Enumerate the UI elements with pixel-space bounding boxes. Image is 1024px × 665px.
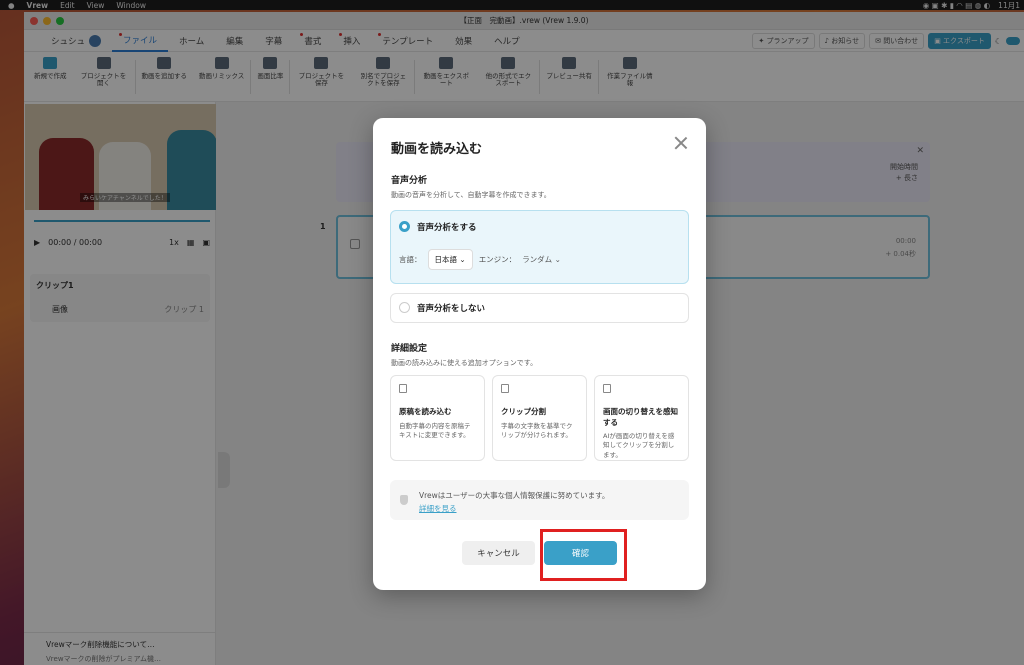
privacy-link[interactable]: 詳細を見る bbox=[419, 503, 457, 514]
dialog-title: 動画を読み込む bbox=[391, 142, 483, 157]
engine-label: エンジン： bbox=[478, 255, 517, 264]
cancel-button[interactable]: キャンセル bbox=[462, 541, 535, 565]
privacy-text: Vrewはユーザーの大事な個人情報保護に努めています。 bbox=[419, 491, 610, 500]
engine-select[interactable]: ランダム ⌄ bbox=[522, 254, 561, 265]
audio-heading: 音声分析 bbox=[391, 176, 428, 186]
card-load-script[interactable]: 原稿を読み込む 自動字幕の内容を原稿テキストに変更できます。 bbox=[390, 375, 485, 461]
language-select[interactable]: 日本語 ⌄ bbox=[427, 249, 473, 270]
card-title: 原稿を読み込む bbox=[399, 407, 452, 416]
card-title: 画面の切り替えを感知する bbox=[603, 407, 678, 427]
option-no-analysis[interactable]: 音声分析をしない bbox=[390, 293, 689, 323]
detail-heading: 詳細設定 bbox=[391, 344, 428, 354]
option-analyze-label: 音声分析をする bbox=[417, 223, 477, 233]
chevron-down-icon: ⌄ bbox=[554, 255, 561, 264]
privacy-notice: Vrewはユーザーの大事な個人情報保護に努めています。 詳細を見る bbox=[390, 480, 689, 520]
card-title: クリップ分割 bbox=[501, 407, 546, 416]
highlight-box bbox=[540, 529, 627, 581]
card-desc: 字幕の文字数を基準でクリップが分けられます。 bbox=[501, 421, 573, 439]
card-clip-split[interactable]: クリップ分割 字幕の文字数を基準でクリップが分けられます。 bbox=[492, 375, 587, 461]
import-video-dialog: 動画を読み込む 音声分析 動画の音声を分析して、自動字幕を作成できます。 音声分… bbox=[373, 118, 706, 590]
option-analyze-audio[interactable]: 音声分析をする 言語： 日本語 ⌄ エンジン： ランダム ⌄ bbox=[390, 210, 689, 284]
card-desc: AIが画面の切り替えを感知してクリップを分割します。 bbox=[603, 432, 675, 459]
close-icon[interactable] bbox=[674, 136, 688, 150]
language-label: 言語： bbox=[399, 255, 422, 264]
split-icon bbox=[501, 384, 509, 393]
shield-icon bbox=[400, 495, 408, 505]
radio-analyze-on[interactable] bbox=[399, 221, 410, 232]
chevron-down-icon: ⌄ bbox=[459, 255, 466, 264]
option-no-analysis-label: 音声分析をしない bbox=[417, 304, 486, 314]
document-icon bbox=[399, 384, 407, 393]
card-scene-detect[interactable]: 画面の切り替えを感知する AIが画面の切り替えを感知してクリップを分割します。 bbox=[594, 375, 689, 461]
audio-desc: 動画の音声を分析して、自動字幕を作成できます。 bbox=[391, 191, 551, 199]
radio-analyze-off[interactable] bbox=[399, 302, 410, 313]
language-row: 言語： 日本語 ⌄ エンジン： ランダム ⌄ bbox=[399, 249, 561, 270]
detail-desc: 動画の読み込みに使える追加オプションです。 bbox=[391, 359, 538, 367]
card-desc: 自動字幕の内容を原稿テキストに変更できます。 bbox=[399, 421, 471, 439]
columns-icon bbox=[603, 384, 611, 393]
